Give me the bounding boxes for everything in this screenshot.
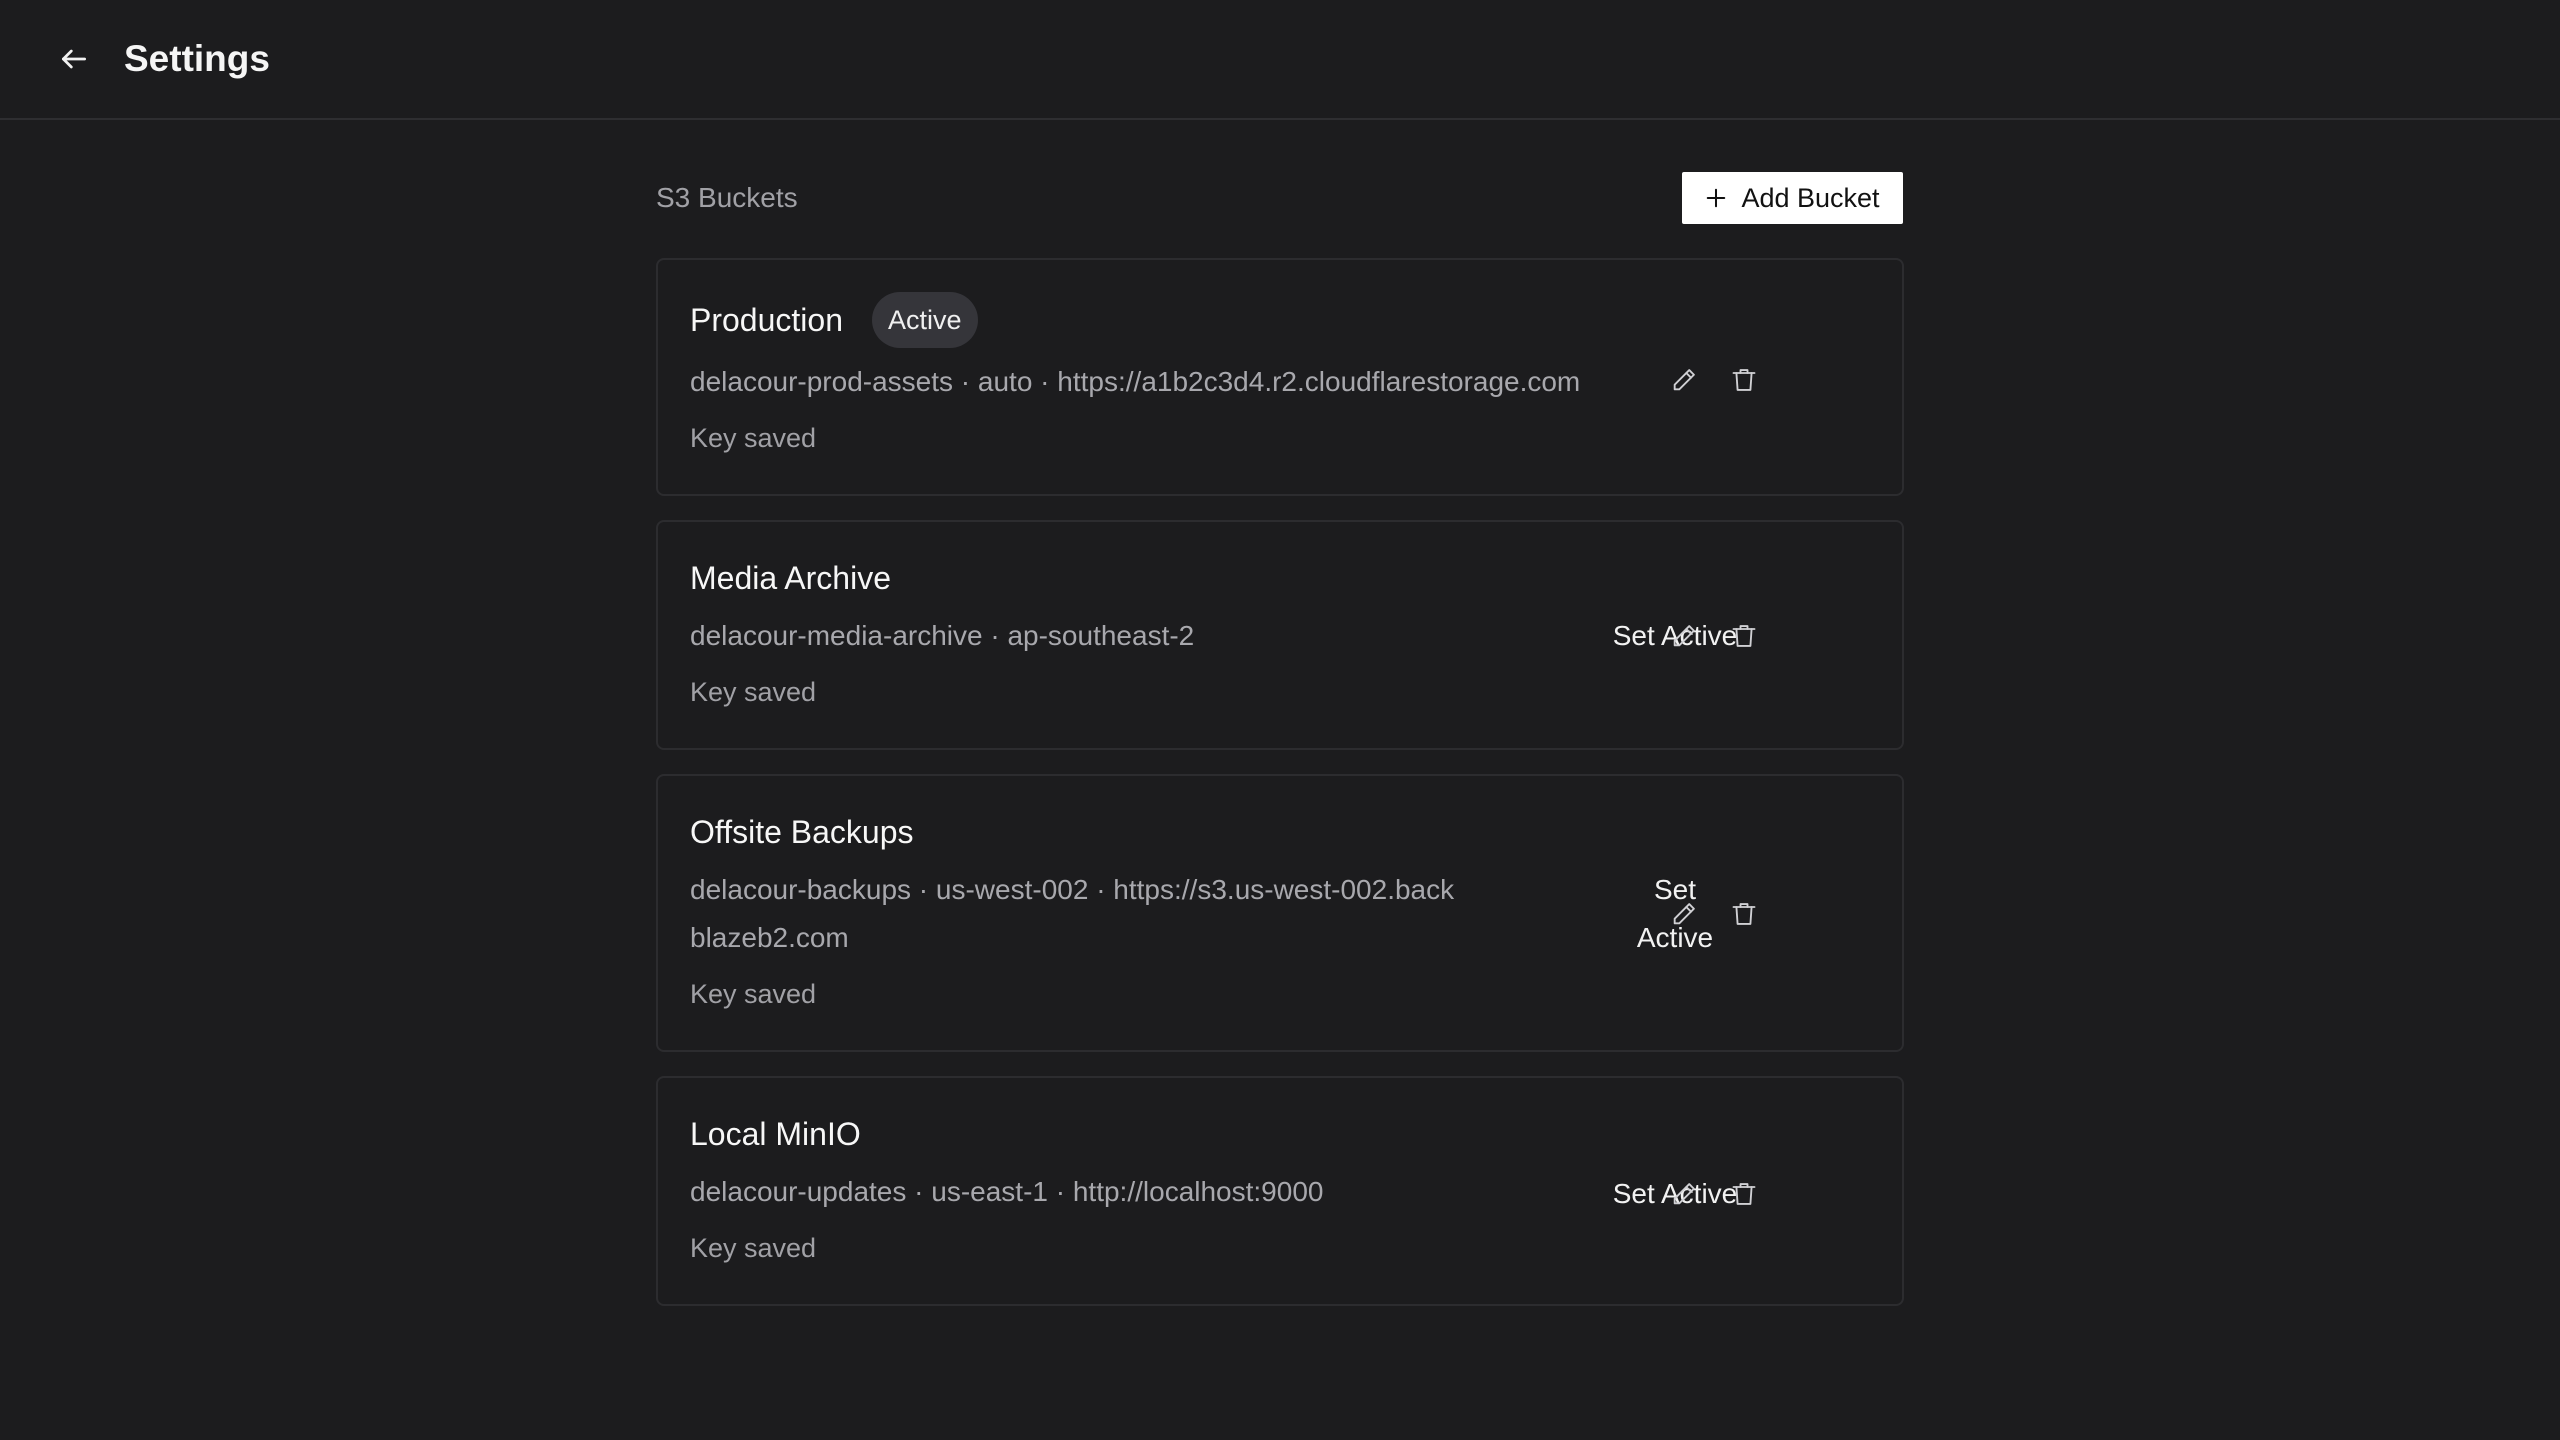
bucket-details: delacour-prod-assets · auto · https://a1… — [690, 366, 1581, 397]
arrow-left-icon — [62, 49, 86, 69]
bucket-details: delacour-updates · us-east-1 · http://lo… — [690, 1176, 1324, 1207]
bucket-name: Media Archive — [690, 560, 891, 596]
key-status: Key saved — [690, 423, 817, 453]
back-button[interactable] — [56, 41, 92, 77]
bucket-card-offsite-backups: Offsite Backups delacour-backups · us-we… — [656, 774, 1904, 1052]
bucket-card-production: Production Active delacour-prod-assets ·… — [656, 258, 1904, 496]
edit-button[interactable] — [1664, 616, 1704, 656]
pencil-icon — [1673, 903, 1695, 925]
plus-icon — [1707, 188, 1726, 208]
trash-icon — [1732, 903, 1756, 925]
add-bucket-button[interactable]: Add Bucket — [1682, 172, 1903, 224]
bucket-details: delacour-media-archive · ap-southeast-2 — [690, 620, 1195, 651]
edit-button[interactable] — [1664, 1174, 1704, 1214]
delete-button[interactable] — [1724, 1174, 1764, 1214]
top-bar: Settings — [0, 0, 2560, 120]
trash-icon — [1732, 1183, 1756, 1205]
pencil-icon — [1673, 1183, 1695, 1205]
key-status: Key saved — [690, 1233, 817, 1263]
delete-button[interactable] — [1724, 616, 1764, 656]
bucket-card-media-archive: Media Archive delacour-media-archive · a… — [656, 520, 1904, 750]
add-bucket-label: Add Bucket — [1741, 182, 1880, 213]
bucket-name: Local MinIO — [690, 1116, 861, 1152]
section-title: S3 Buckets — [656, 182, 798, 213]
pencil-icon — [1673, 625, 1695, 647]
edit-button[interactable] — [1664, 894, 1704, 934]
edit-button[interactable] — [1664, 360, 1704, 400]
delete-button[interactable] — [1724, 360, 1764, 400]
page-title: Settings — [124, 38, 270, 79]
pencil-icon — [1673, 369, 1695, 391]
bucket-name: Offsite Backups — [690, 814, 914, 850]
delete-button[interactable] — [1724, 894, 1764, 934]
bucket-card-local-minio: Local MinIO delacour-updates · us-east-1… — [656, 1076, 1904, 1306]
bucket-details: delacour-backups · us-west-002 · https:/… — [690, 874, 1455, 953]
trash-icon — [1732, 625, 1756, 647]
trash-icon — [1732, 369, 1756, 391]
bucket-name: Production — [690, 302, 843, 338]
key-status: Key saved — [690, 979, 817, 1009]
key-status: Key saved — [690, 677, 817, 707]
active-status-badge: Active — [872, 292, 978, 348]
